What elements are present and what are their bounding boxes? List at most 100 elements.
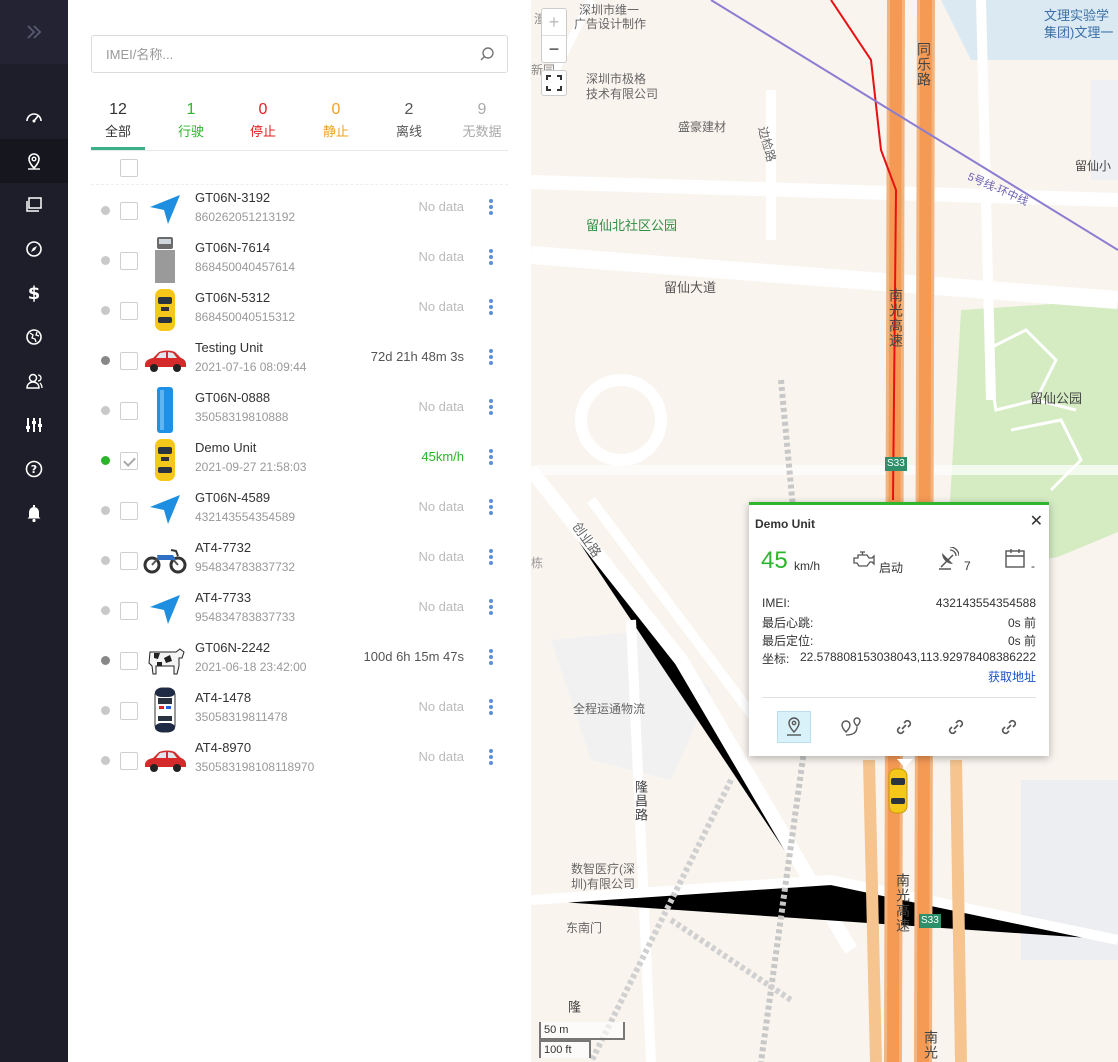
link-button-2[interactable] [939,711,973,743]
device-row[interactable]: GT06N-3192 860262051213192 No data [68,185,531,235]
zoom-in-button[interactable]: + [542,9,566,36]
device-row[interactable]: GT06N-2242 2021-06-18 23:42:00 100d 6h 1… [68,635,531,685]
device-checkbox[interactable] [120,252,138,270]
map-label: 深圳市维一 [579,3,640,17]
more-menu-icon[interactable] [487,698,495,720]
search-input[interactable] [92,36,472,72]
device-checkbox[interactable] [120,302,138,320]
map-label: 留仙小 [1075,159,1112,173]
more-menu-icon[interactable] [487,448,495,470]
sidebar-item-settings[interactable] [0,403,68,447]
sidebar-item-dashboard[interactable] [0,95,68,139]
map-label: 南光高速 [895,873,911,933]
sidebar-item-help[interactable]: ? [0,447,68,491]
device-checkbox[interactable] [120,652,138,670]
device-row[interactable]: AT4-7733 954834783837733 No data [68,585,531,635]
link-button-1[interactable] [887,711,921,743]
tab-moving[interactable]: 1 行驶 [164,98,218,142]
tab-no-data[interactable]: 9 无数据 [455,98,509,142]
sidebar-item-location[interactable] [0,139,68,183]
device-checkbox[interactable] [120,352,138,370]
imei-label: IMEI: [762,596,791,610]
device-checkbox[interactable] [120,552,138,570]
device-name: GT06N-0888 [195,390,271,405]
device-checkbox[interactable] [120,602,138,620]
more-menu-icon[interactable] [487,648,495,670]
more-menu-icon[interactable] [487,198,495,220]
map-label: 隆 [566,1000,581,1014]
device-row[interactable]: Demo Unit 2021-09-27 21:58:03 45km/h [68,435,531,485]
bell-icon [27,505,41,523]
device-checkbox[interactable] [120,502,138,520]
tab-all[interactable]: 12 全部 [91,98,145,150]
sidebar-item-notifications[interactable] [0,491,68,535]
more-menu-icon[interactable] [487,598,495,620]
tab-count: 2 [404,101,414,118]
device-row[interactable]: GT06N-4589 432143554354589 No data [68,485,531,535]
more-menu-icon[interactable] [487,298,495,320]
more-menu-icon[interactable] [487,748,495,770]
get-address-link[interactable]: 获取地址 [988,668,1036,685]
device-name: GT06N-2242 [195,640,271,655]
sidebar-item-users[interactable] [0,359,68,403]
device-name: GT06N-4589 [195,490,271,505]
device-row[interactable]: Testing Unit 2021-07-16 08:09:44 72d 21h… [68,335,531,385]
device-imei: 35058319811478 [195,710,288,724]
close-icon[interactable]: ✕ [1030,511,1043,531]
device-row[interactable]: GT06N-7614 868450040457614 No data [68,235,531,285]
sidebar-item-billing[interactable]: $ [0,271,68,315]
route-icon [841,717,861,736]
link-icon [896,719,912,735]
device-checkbox[interactable] [120,702,138,720]
sliders-icon [26,418,42,432]
tab-offline[interactable]: 2 离线 [382,98,436,142]
fullscreen-button[interactable] [541,70,567,96]
sidebar-expand-button[interactable] [0,0,68,64]
device-checkbox[interactable] [120,452,138,470]
device-name: GT06N-5312 [195,290,271,305]
device-checkbox[interactable] [120,402,138,420]
device-imei: 954834783837732 [195,560,296,574]
status-dot [101,256,110,265]
more-menu-icon[interactable] [487,398,495,420]
search-icon[interactable] [479,46,495,67]
device-name: GT06N-7614 [195,240,271,255]
device-row[interactable]: AT4-1478 35058319811478 No data [68,685,531,735]
status-dot [101,456,110,465]
sidebar-item-globe[interactable] [0,315,68,359]
device-checkbox[interactable] [120,752,138,770]
device-checkbox[interactable] [120,202,138,220]
locate-button[interactable] [777,711,811,743]
sidebar-item-compass[interactable] [0,227,68,271]
tab-count: 0 [331,101,341,118]
device-name: AT4-8970 [195,740,252,755]
tab-idle[interactable]: 0 静止 [309,98,363,142]
select-all-checkbox[interactable] [120,159,138,177]
map-label: 技术有限公司 [586,87,659,101]
tab-count: 0 [258,101,268,118]
tab-label: 离线 [395,124,422,139]
sidebar-item-gallery[interactable] [0,183,68,227]
link-button-3[interactable] [992,711,1026,743]
engine-status: 启动 [879,561,904,575]
route-button[interactable] [835,711,869,743]
more-menu-icon[interactable] [487,548,495,570]
vehicle-marker[interactable] [888,768,908,819]
zoom-out-button[interactable]: − [542,36,566,63]
device-row[interactable]: AT4-8970 350583198108118970 No data [68,735,531,785]
device-status: No data [418,499,464,514]
map-scale: 50 m 100 ft [539,1022,625,1058]
calendar-icon [1004,547,1026,574]
device-row[interactable]: GT06N-5312 868450040515312 No data [68,285,531,335]
more-menu-icon[interactable] [487,498,495,520]
map-label: 留仙大道 [664,280,717,295]
tab-stopped[interactable]: 0 停止 [236,98,290,142]
device-row[interactable]: AT4-7732 954834783837732 No data [68,535,531,585]
status-dot [101,756,110,765]
map-label: 文理实验学 [1044,8,1110,23]
more-menu-icon[interactable] [487,248,495,270]
heartbeat-label: 最后心跳: [762,616,814,630]
device-row[interactable]: GT06N-0888 35058319810888 No data [68,385,531,435]
more-menu-icon[interactable] [487,348,495,370]
taxi-icon [888,768,908,814]
